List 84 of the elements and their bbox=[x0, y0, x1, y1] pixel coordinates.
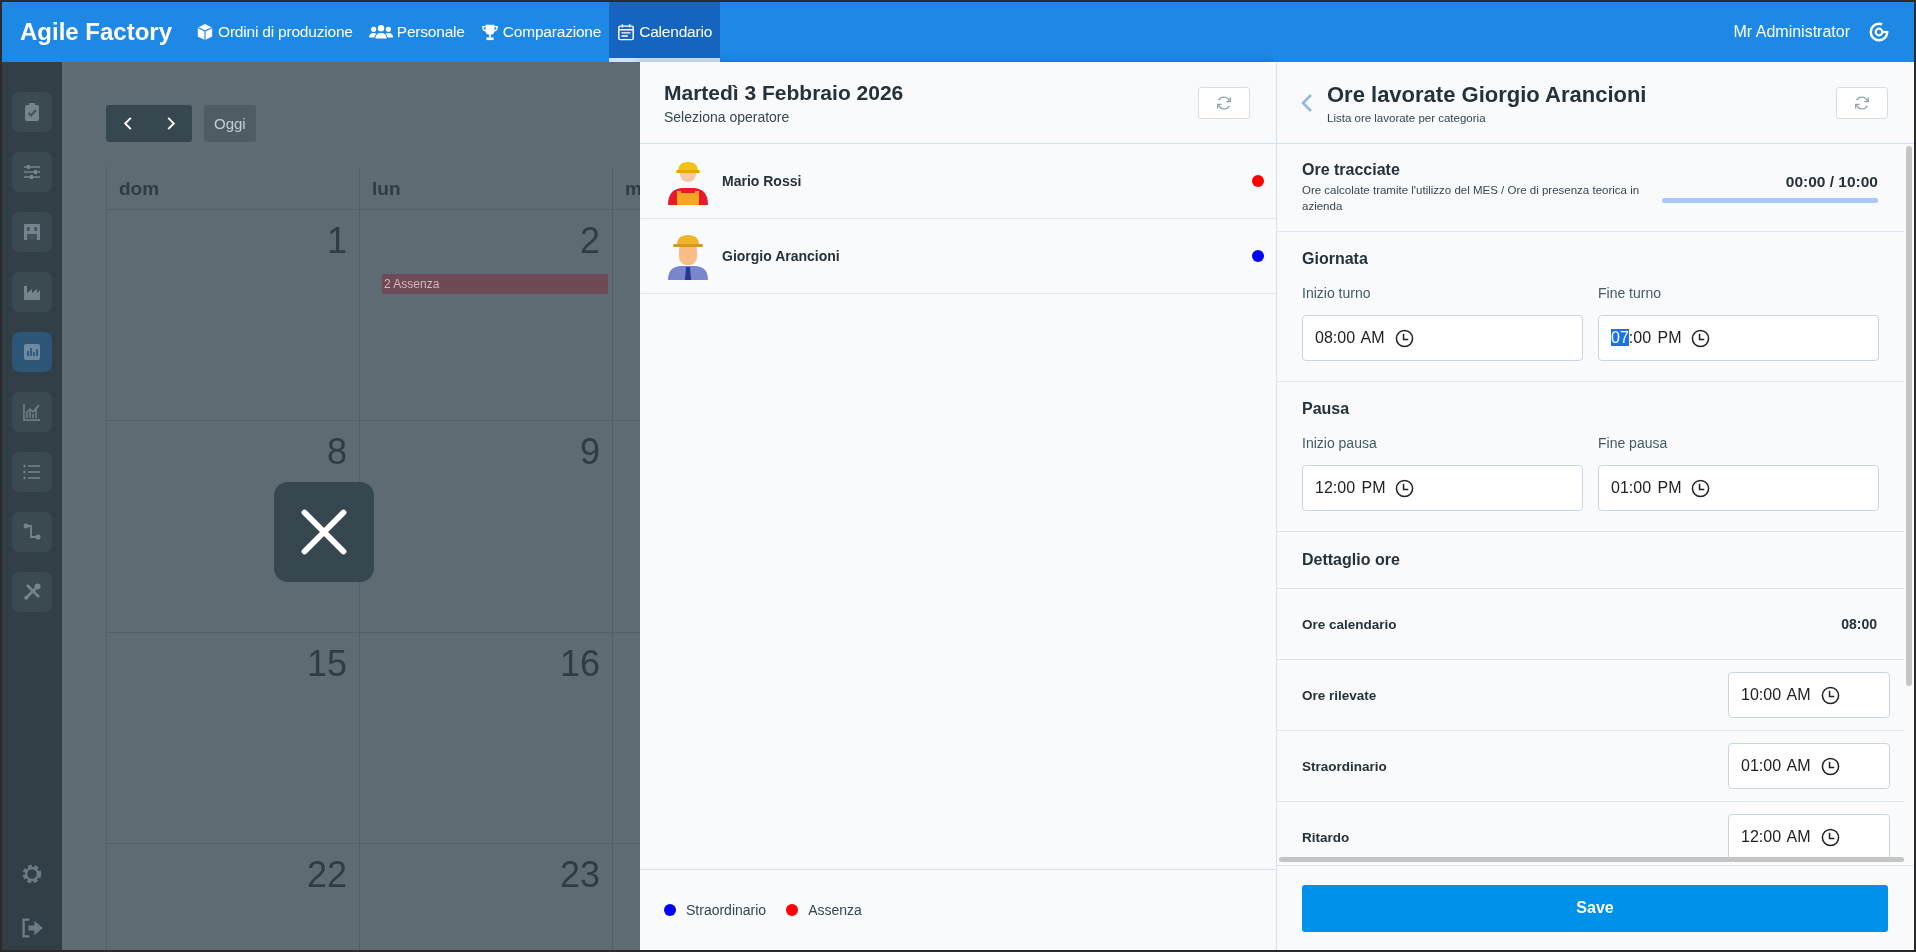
list-icon bbox=[22, 462, 42, 482]
refresh-button[interactable] bbox=[1198, 86, 1250, 119]
time-field[interactable]: 12:00 PM bbox=[1302, 465, 1583, 511]
sidebar-button[interactable] bbox=[12, 392, 52, 432]
tools-icon bbox=[22, 582, 42, 602]
row-label: Ore calendario bbox=[1302, 616, 1397, 632]
operator-row[interactable]: Giorgio Arancioni bbox=[640, 219, 1276, 294]
section-title: Giornata bbox=[1302, 250, 1369, 268]
previous-button[interactable] bbox=[106, 105, 149, 142]
sidebar-button[interactable] bbox=[12, 452, 52, 492]
sliders-icon bbox=[22, 162, 42, 182]
connector-icon bbox=[22, 522, 42, 542]
legend-label: Assenza bbox=[808, 902, 862, 918]
hours-reading: 00:00 / 10:00 bbox=[1785, 172, 1878, 191]
next-button[interactable] bbox=[149, 105, 192, 142]
panel-title: Ore lavorate Giorgio Arancioni bbox=[1327, 81, 1648, 108]
bar-chart-icon bbox=[22, 342, 42, 362]
row-label: Ore rilevate bbox=[1302, 687, 1377, 703]
nav-tab[interactable]: Ordini di produzione bbox=[188, 2, 361, 62]
row-value: 08:00 bbox=[1841, 616, 1877, 632]
clock-icon bbox=[1820, 685, 1840, 705]
panel-subtitle: Lista ore lavorate per categoria bbox=[1327, 111, 1487, 124]
operator-row[interactable]: Mario Rossi bbox=[640, 144, 1276, 219]
row-label: Ritardo bbox=[1302, 829, 1350, 845]
logout-icon[interactable] bbox=[20, 916, 44, 940]
panel-title: Martedì 3 Febbraio 2026 bbox=[664, 80, 905, 105]
users-icon bbox=[368, 23, 393, 41]
section-title: Ore tracciate bbox=[1302, 161, 1401, 179]
user-name[interactable]: Mr Administrator bbox=[1733, 23, 1850, 41]
building-icon bbox=[22, 222, 42, 242]
event-chip[interactable]: 2 Assenza bbox=[382, 274, 608, 294]
nav-tab[interactable]: Comparazione bbox=[472, 2, 610, 62]
clock-icon bbox=[1691, 328, 1711, 348]
section-title: Pausa bbox=[1302, 400, 1351, 418]
app-title: Agile Factory bbox=[19, 18, 174, 46]
scrollbar[interactable] bbox=[1279, 857, 1904, 862]
operator-name: Giorgio Arancioni bbox=[722, 248, 841, 264]
nav-tab[interactable]: Calendario bbox=[609, 2, 721, 62]
scrollbar[interactable] bbox=[1906, 146, 1912, 686]
field-label: Fine pausa bbox=[1598, 435, 1669, 451]
clock-icon bbox=[1820, 827, 1840, 847]
field-label: Inizio pausa bbox=[1302, 435, 1378, 451]
sidebar-button[interactable] bbox=[12, 92, 52, 132]
time-field[interactable]: 10:00 AM bbox=[1728, 672, 1890, 718]
swirl-logo-icon[interactable] bbox=[1868, 21, 1890, 43]
time-field[interactable]: 01:00 PM bbox=[1598, 465, 1879, 511]
sidebar-button[interactable] bbox=[12, 212, 52, 252]
chevron-left-icon bbox=[122, 116, 133, 131]
calendar-icon bbox=[617, 23, 636, 41]
time-field[interactable]: 08:00 AM bbox=[1302, 315, 1583, 361]
settings-icon[interactable] bbox=[20, 862, 44, 886]
field-label: Inizio turno bbox=[1302, 285, 1372, 301]
operator-name: Mario Rossi bbox=[722, 173, 803, 189]
clock-icon bbox=[1394, 328, 1414, 348]
close-button[interactable] bbox=[274, 482, 374, 582]
trophy-icon bbox=[480, 23, 499, 41]
legend-label: Straordinario bbox=[686, 902, 767, 918]
chevron-right-icon bbox=[165, 116, 176, 131]
panel-subtitle: Seleziona operatore bbox=[664, 108, 791, 125]
field-label: Fine turno bbox=[1598, 285, 1663, 301]
clock-icon bbox=[1820, 756, 1840, 776]
sidebar-button[interactable] bbox=[12, 272, 52, 312]
sidebar-button[interactable] bbox=[12, 572, 52, 612]
refresh-button[interactable] bbox=[1836, 86, 1888, 119]
time-field[interactable]: 01:00 AM bbox=[1728, 743, 1890, 789]
time-field[interactable]: 07:00 PM bbox=[1598, 315, 1879, 361]
time-field[interactable]: 12:00 AM bbox=[1728, 814, 1890, 857]
sidebar-button[interactable] bbox=[12, 512, 52, 552]
section-description: Ore calcolate tramite l'utilizzo del MES / Ore di presenza teorica in azienda bbox=[1302, 183, 1641, 214]
row-label: Straordinario bbox=[1302, 758, 1387, 774]
close-icon bbox=[298, 506, 350, 558]
line-chart-icon bbox=[22, 402, 42, 422]
cube-icon bbox=[196, 23, 215, 41]
clock-icon bbox=[1395, 478, 1415, 498]
nav-tab[interactable]: Personale bbox=[360, 2, 473, 62]
section-title: Dettaglio ore bbox=[1302, 551, 1400, 569]
refresh-icon bbox=[1853, 93, 1871, 112]
clipboard-icon bbox=[22, 102, 42, 122]
back-chevron-icon[interactable] bbox=[1301, 92, 1313, 113]
sidebar-button[interactable] bbox=[12, 152, 52, 192]
refresh-icon bbox=[1215, 93, 1233, 112]
today-button[interactable]: Oggi bbox=[204, 105, 256, 142]
clock-icon bbox=[1691, 478, 1711, 498]
sidebar-button[interactable] bbox=[12, 332, 52, 372]
